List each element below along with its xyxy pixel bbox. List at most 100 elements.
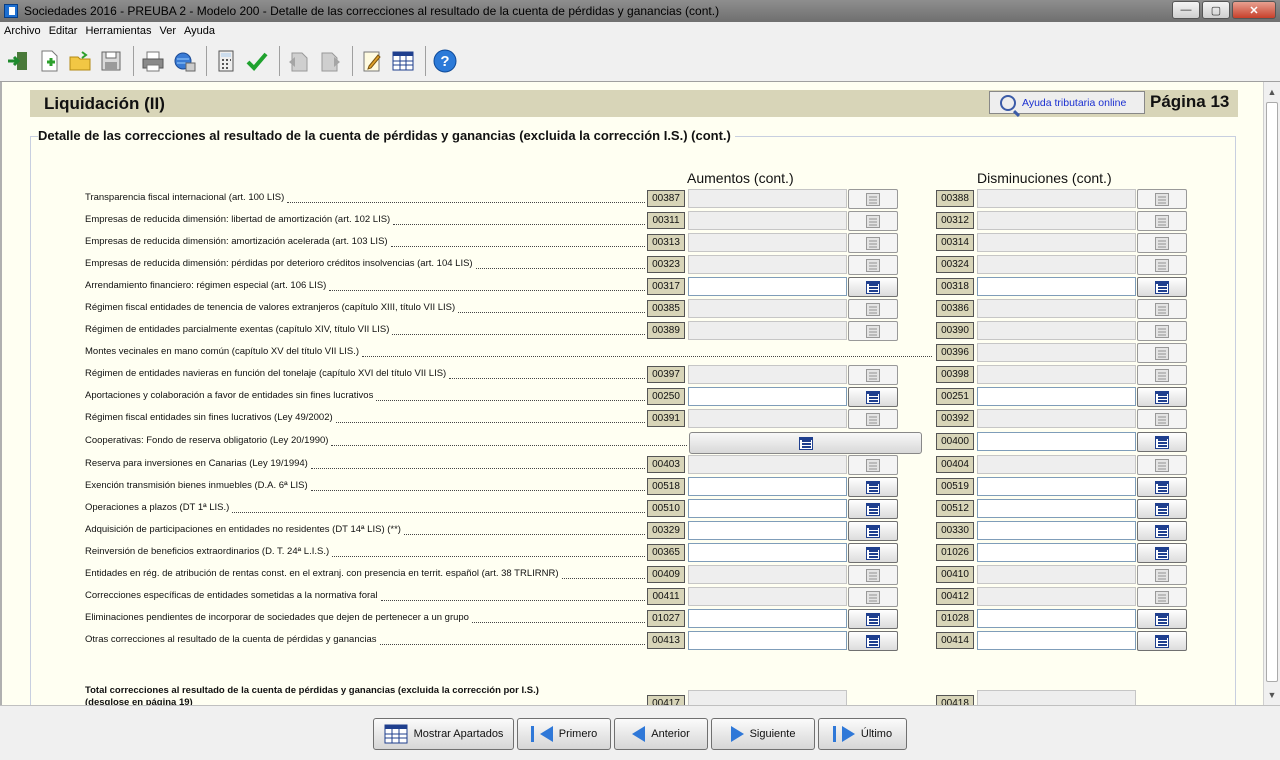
detail-table-icon [866, 502, 880, 516]
decrease-field[interactable] [977, 432, 1136, 451]
previous-arrow-icon [632, 726, 646, 742]
decrease-detail-button[interactable] [1137, 631, 1187, 651]
total-field-increase [688, 690, 847, 705]
decrease-field[interactable] [977, 477, 1136, 496]
detail-table-icon [1155, 236, 1169, 250]
edit-note-icon[interactable] [358, 46, 386, 76]
new-document-icon[interactable] [35, 46, 63, 76]
increase-field[interactable] [688, 477, 847, 496]
calculator-icon[interactable] [212, 46, 240, 76]
menu-ver[interactable]: Ver [159, 25, 176, 37]
globe-print-icon[interactable] [170, 46, 198, 76]
increase-detail-button[interactable] [848, 387, 898, 407]
vertical-scrollbar[interactable]: ▲ ▼ [1263, 82, 1280, 705]
save-icon[interactable] [97, 46, 125, 76]
detail-table-icon [866, 546, 880, 560]
decrease-field[interactable] [977, 499, 1136, 518]
decrease-detail-button[interactable] [1137, 477, 1187, 497]
show-sections-button[interactable]: Mostrar Apartados [373, 718, 514, 750]
decrease-detail-button [1137, 189, 1187, 209]
increase-field[interactable] [688, 609, 847, 628]
detail-table-icon [866, 412, 880, 426]
detail-table-icon [866, 324, 880, 338]
decrease-field[interactable] [977, 631, 1136, 650]
scroll-down-icon[interactable]: ▼ [1264, 687, 1280, 703]
increase-detail-button[interactable] [848, 277, 898, 297]
svg-text:?: ? [440, 53, 449, 70]
decrease-field [977, 565, 1136, 584]
close-button[interactable]: ✕ [1232, 1, 1276, 19]
detail-table-icon [866, 280, 880, 294]
decrease-detail-button [1137, 409, 1187, 429]
dot-leader [332, 556, 645, 557]
row-label: Régimen de entidades navieras en función… [85, 368, 447, 379]
help-icon[interactable]: ? [431, 46, 459, 76]
decrease-field[interactable] [977, 609, 1136, 628]
magnifier-icon [1000, 94, 1016, 111]
total-label-line2: (desglose en página 19) [85, 697, 193, 705]
form-row: Exención transmisión bienes inmuebles (D… [2, 477, 1263, 497]
exit-icon[interactable] [4, 46, 32, 76]
increase-field [688, 455, 847, 474]
increase-field[interactable] [688, 387, 847, 406]
increase-detail-button[interactable] [848, 521, 898, 541]
validate-check-icon[interactable] [243, 46, 271, 76]
next-label: Siguiente [749, 728, 796, 740]
decrease-detail-button [1137, 255, 1187, 275]
increase-field[interactable] [688, 521, 847, 540]
increase-detail-button[interactable] [848, 631, 898, 651]
decrease-field [977, 189, 1136, 208]
increase-detail-button[interactable] [848, 543, 898, 563]
menu-archivo[interactable]: Archivo [4, 25, 41, 37]
minimize-button[interactable]: — [1172, 1, 1200, 19]
increase-detail-button[interactable] [848, 499, 898, 519]
dot-leader [404, 534, 645, 535]
decrease-detail-button[interactable] [1137, 543, 1187, 563]
increase-detail-button [848, 189, 898, 209]
previous-button[interactable]: Anterior [614, 718, 708, 750]
row-label: Adquisición de participaciones en entida… [85, 524, 401, 535]
menu-herramientas[interactable]: Herramientas [85, 25, 151, 37]
box-code-decrease: 00512 [936, 500, 974, 517]
cooperativas-detail-button[interactable] [689, 432, 922, 454]
row-label: Correcciones específicas de entidades so… [85, 590, 378, 601]
box-code-increase: 00518 [647, 478, 685, 495]
menu-ayuda[interactable]: Ayuda [184, 25, 215, 37]
next-button[interactable]: Siguiente [711, 718, 815, 750]
dot-leader [232, 512, 645, 513]
first-button[interactable]: Primero [517, 718, 611, 750]
decrease-field[interactable] [977, 387, 1136, 406]
menu-editar[interactable]: Editar [49, 25, 78, 37]
last-button[interactable]: Último [818, 718, 907, 750]
increase-field[interactable] [688, 277, 847, 296]
page-title: Liquidación (II) [44, 94, 165, 113]
decrease-field[interactable] [977, 277, 1136, 296]
decrease-detail-button[interactable] [1137, 609, 1187, 629]
online-help-button[interactable]: Ayuda tributaria online [989, 91, 1145, 114]
decrease-detail-button[interactable] [1137, 499, 1187, 519]
decrease-field[interactable] [977, 521, 1136, 540]
detail-table-icon [1155, 412, 1169, 426]
increase-detail-button[interactable] [848, 477, 898, 497]
app-icon [4, 4, 18, 18]
decrease-field [977, 587, 1136, 606]
decrease-field[interactable] [977, 543, 1136, 562]
print-icon[interactable] [139, 46, 167, 76]
scroll-up-icon[interactable]: ▲ [1264, 84, 1280, 100]
increase-field[interactable] [688, 631, 847, 650]
increase-field[interactable] [688, 499, 847, 518]
open-folder-icon[interactable] [66, 46, 94, 76]
decrease-field [977, 343, 1136, 362]
detail-table-icon [866, 302, 880, 316]
sections-grid-icon[interactable] [389, 46, 417, 76]
maximize-button[interactable]: ▢ [1202, 1, 1230, 19]
decrease-detail-button[interactable] [1137, 432, 1187, 452]
increase-detail-button[interactable] [848, 609, 898, 629]
decrease-detail-button[interactable] [1137, 521, 1187, 541]
increase-field[interactable] [688, 543, 847, 562]
scroll-thumb[interactable] [1266, 102, 1278, 682]
decrease-detail-button[interactable] [1137, 277, 1187, 297]
decrease-detail-button[interactable] [1137, 387, 1187, 407]
dot-leader [472, 622, 645, 623]
row-label: Aportaciones y colaboración a favor de e… [85, 390, 374, 401]
